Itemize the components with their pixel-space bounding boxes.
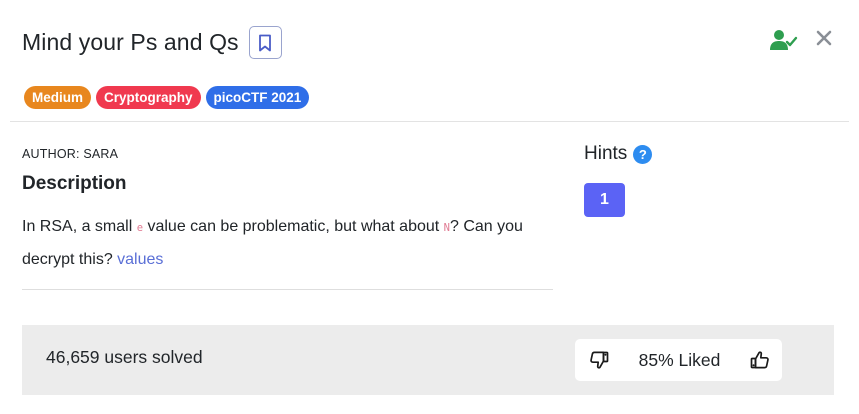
- thumbs-up-icon[interactable]: [750, 350, 770, 370]
- description-divider: [22, 289, 553, 290]
- question-circle-icon[interactable]: ?: [633, 144, 653, 164]
- solved-count: 46,659 users solved: [46, 347, 203, 367]
- tag-list: Medium Cryptography picoCTF 2021: [24, 86, 310, 109]
- description-text: In RSA, a small e value can be problemat…: [22, 211, 562, 275]
- stats-footer: 46,659 users solved 85% Liked: [22, 325, 834, 395]
- close-icon: [816, 30, 832, 46]
- title-row: Mind your Ps and Qs: [22, 26, 282, 59]
- header-divider: [10, 121, 849, 122]
- challenge-title: Mind your Ps and Qs: [22, 29, 239, 55]
- close-button[interactable]: [813, 27, 835, 49]
- bookmark-button[interactable]: [248, 26, 282, 59]
- hint-button-1[interactable]: 1: [584, 183, 625, 217]
- hints-heading: Hints ?: [584, 143, 653, 165]
- description-part: In RSA, a small: [22, 218, 137, 235]
- liked-percentage: 85% Liked: [638, 349, 721, 370]
- event-tag[interactable]: picoCTF 2021: [205, 86, 310, 109]
- hints-label: Hints: [584, 143, 628, 164]
- description-part: value can be problematic, but what about: [143, 218, 444, 235]
- user-solved-icon: [770, 29, 798, 53]
- values-link[interactable]: values: [117, 251, 163, 268]
- category-tag[interactable]: Cryptography: [96, 86, 201, 109]
- description-heading: Description: [22, 173, 127, 194]
- bookmark-icon: [259, 34, 272, 51]
- difficulty-tag[interactable]: Medium: [24, 86, 92, 109]
- thumbs-down-icon[interactable]: [589, 350, 609, 370]
- like-box: 85% Liked: [575, 339, 782, 381]
- author-label: AUTHOR: SARA: [22, 147, 119, 161]
